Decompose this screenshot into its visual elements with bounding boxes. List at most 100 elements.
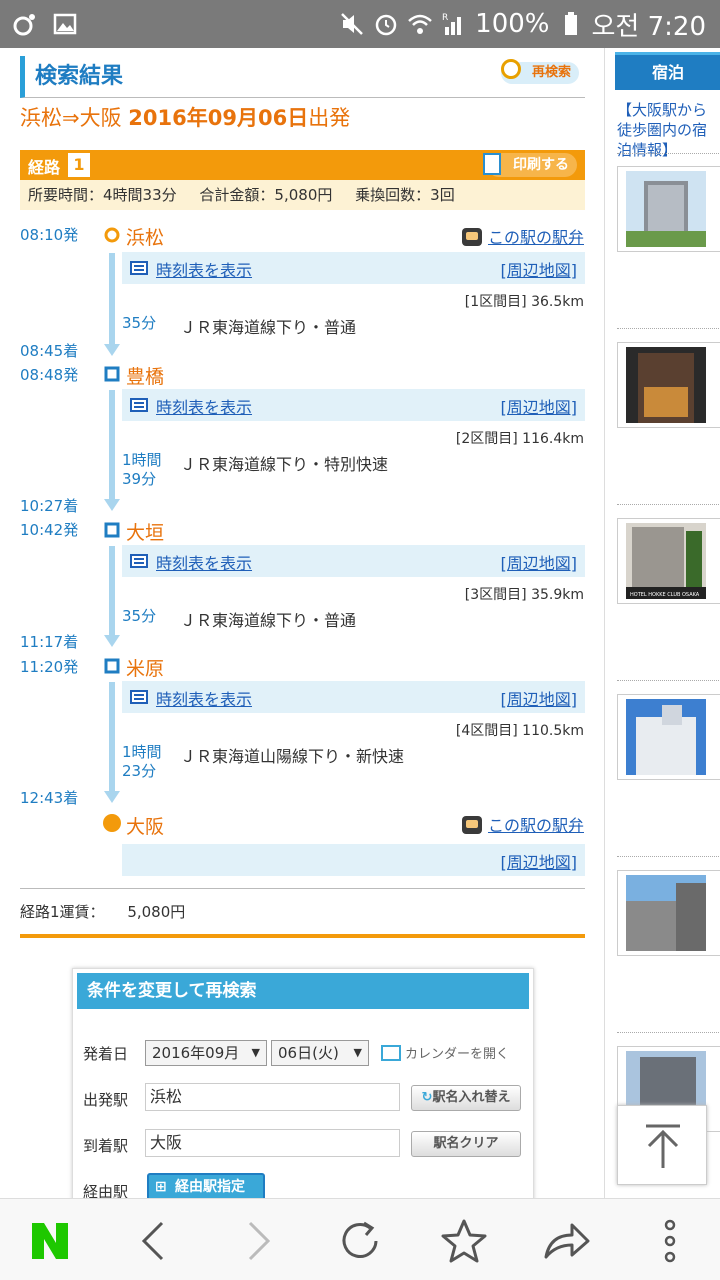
battery-percent: 100%: [475, 9, 550, 39]
leg-duration: 35分: [122, 314, 156, 333]
hotel-building-image: [626, 699, 706, 775]
reload-icon[interactable]: [336, 1217, 384, 1265]
summary-time: 所要時間：4時間33分: [28, 186, 177, 204]
ekiben-link[interactable]: この駅の駅弁: [461, 224, 584, 248]
form-title: 条件を変更して再検索: [77, 973, 529, 1009]
leg-info: 時刻表を表示 [周辺地図]: [122, 252, 585, 284]
via-button-label: 経由駅指定: [175, 1179, 245, 1195]
add-icon: ⊞: [155, 1179, 167, 1195]
leg-duration-1: 1時間: [122, 743, 162, 761]
lodging-link[interactable]: 【大阪駅から徒歩圏内の宿泊情報】: [617, 100, 720, 160]
transfer-square-icon: [104, 658, 120, 674]
image-icon: [53, 13, 77, 35]
from-station-input[interactable]: 浜松: [145, 1083, 400, 1111]
train-line: ＪＲ東海道線下り・特別快速: [180, 455, 389, 474]
month-select[interactable]: 2016年09月 ▼: [145, 1040, 267, 1066]
timetable-icon: [130, 690, 148, 704]
lodging-tab[interactable]: 宿泊: [615, 52, 720, 90]
print-button[interactable]: 印刷する: [483, 153, 577, 177]
hotel-thumbnail[interactable]: [617, 870, 720, 956]
down-arrow-icon: [104, 635, 120, 647]
bookmark-star-icon[interactable]: [440, 1217, 488, 1265]
forward-icon[interactable]: [234, 1217, 282, 1265]
ekiben-link[interactable]: この駅の駅弁: [461, 812, 584, 836]
timetable-link[interactable]: 時刻表を表示: [156, 686, 252, 710]
calendar-label: カレンダーを開く: [405, 1047, 510, 1062]
bento-icon: [461, 816, 482, 834]
clock: 오전 7:20: [591, 11, 707, 42]
dep-time: 10:42発: [20, 521, 79, 539]
share-icon[interactable]: [542, 1217, 590, 1265]
route-line: [109, 546, 115, 636]
route-title: 浜松⇒大阪 2016年09月06日出発: [20, 102, 350, 132]
leg-distance: [1区間目] 36.5km: [464, 294, 584, 310]
hotel-thumbnail[interactable]: HOTEL HOKKE CLUB OSAKA: [617, 518, 720, 604]
map-link[interactable]: [周辺地図]: [501, 686, 578, 710]
hotel-thumbnail[interactable]: [617, 166, 720, 252]
map-link[interactable]: [周辺地図]: [501, 257, 578, 281]
transfer-square-icon: [104, 522, 120, 538]
route-from-to: 浜松⇒大阪: [20, 106, 122, 130]
print-label: 印刷する: [513, 157, 569, 173]
train-line: ＪＲ東海道線下り・普通: [180, 318, 357, 337]
day-select[interactable]: 06日(火) ▼: [271, 1040, 369, 1066]
timetable-link[interactable]: 時刻表を表示: [156, 550, 252, 574]
map-link[interactable]: [周辺地図]: [501, 550, 578, 574]
route-label: 経路: [28, 158, 61, 177]
day-value: 06日(火): [278, 1044, 339, 1062]
notification-icon: [13, 14, 35, 36]
fare-row: 経路1運賃： 5,080円: [20, 888, 585, 934]
down-arrow-icon: [104, 499, 120, 511]
bento-icon: [461, 228, 482, 246]
station-name: 浜松: [126, 227, 165, 249]
search-icon: [501, 59, 521, 79]
hotel-thumbnail[interactable]: [617, 342, 720, 428]
arr-time: 08:45着: [20, 342, 79, 360]
map-link[interactable]: [周辺地図]: [501, 394, 578, 418]
station-name: 大垣: [126, 522, 165, 544]
clear-stations-button[interactable]: 駅名クリア: [411, 1131, 521, 1157]
route-line: [109, 682, 115, 792]
hotel-thumbnail[interactable]: [617, 694, 720, 780]
dropdown-icon: ▼: [251, 1046, 260, 1059]
leg-distance: [4区間目] 110.5km: [455, 723, 584, 739]
timetable-link[interactable]: 時刻表を表示: [156, 394, 252, 418]
route-line: [109, 390, 115, 500]
page-title: 検索結果: [35, 64, 124, 89]
timetable-link[interactable]: 時刻表を表示: [156, 257, 252, 281]
leg-distance: [2区間目] 116.4km: [455, 431, 584, 447]
swap-stations-button[interactable]: ↻駅名入れ替え: [411, 1085, 521, 1111]
browser-toolbar: [0, 1198, 720, 1280]
battery-icon: [564, 12, 577, 35]
divider: [617, 680, 720, 681]
main-content[interactable]: 検索結果 再検索 浜松⇒大阪 2016年09月06日出発 経路 1 印刷する 所…: [0, 48, 604, 1198]
station-name: 米原: [126, 658, 165, 680]
research-button[interactable]: 再検索: [501, 59, 579, 84]
dropdown-icon: ▼: [353, 1046, 362, 1059]
calendar-button[interactable]: カレンダーを開く: [381, 1043, 509, 1062]
train-line: ＪＲ東海道山陽線下り・新快速: [180, 747, 405, 766]
hotel-building-image: [626, 875, 706, 951]
via-label: 経由駅: [83, 1183, 129, 1198]
destination-circle-icon: [103, 814, 121, 832]
print-icon: [483, 153, 501, 175]
divider: [20, 934, 585, 938]
more-menu-icon[interactable]: [646, 1217, 694, 1265]
month-value: 2016年09月: [152, 1044, 240, 1062]
down-arrow-icon: [104, 791, 120, 803]
leg-info: 時刻表を表示 [周辺地図]: [122, 389, 585, 421]
via-station-button[interactable]: ⊞ 経由駅指定: [147, 1173, 265, 1198]
leg-info: 時刻表を表示 [周辺地図]: [122, 545, 585, 577]
leg-info: 時刻表を表示 [周辺地図]: [122, 681, 585, 713]
route-number: 1: [68, 153, 90, 177]
arr-time: 12:43着: [20, 789, 79, 807]
leg-duration-1: 35分: [122, 314, 157, 332]
divider: [617, 856, 720, 857]
back-icon[interactable]: [130, 1217, 178, 1265]
to-station-input[interactable]: 大阪: [145, 1129, 400, 1157]
train-line: ＪＲ東海道線下り・普通: [180, 611, 357, 630]
naver-logo-icon[interactable]: [26, 1217, 74, 1265]
hotel-building-image: [626, 171, 706, 247]
scroll-to-top-button[interactable]: [617, 1105, 707, 1185]
map-link[interactable]: [周辺地図]: [501, 849, 578, 873]
